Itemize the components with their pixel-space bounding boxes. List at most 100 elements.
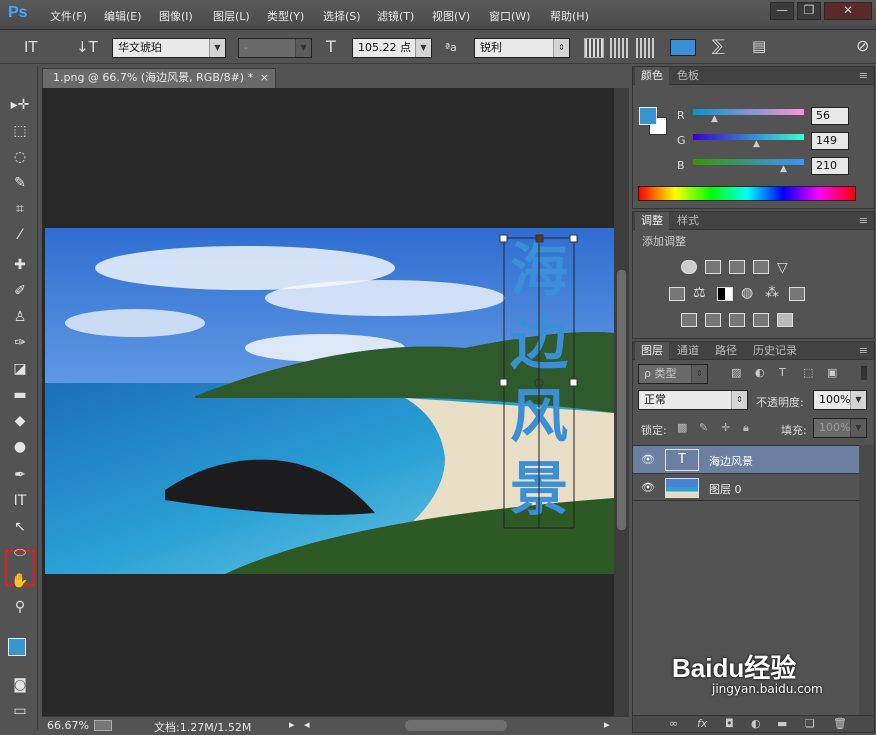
adjustment-icon[interactable]: ◐ <box>751 717 761 730</box>
lock-pixels-icon[interactable]: ✎ <box>699 421 708 434</box>
marquee-tool-icon[interactable]: ⬚ <box>9 120 31 142</box>
horizontal-scrollbar-thumb[interactable] <box>405 720 507 731</box>
warp-text-icon[interactable]: ⅀ <box>712 36 725 55</box>
selective-color-icon[interactable] <box>753 313 769 327</box>
filter-smart-object-icon[interactable]: ▣ <box>827 366 837 379</box>
menu-type[interactable]: 类型(Y) <box>267 8 304 24</box>
fx-icon[interactable]: fx <box>697 717 707 730</box>
filter-shape-icon[interactable]: ⬚ <box>803 366 813 379</box>
scroll-right-icon[interactable]: ▸ <box>604 718 610 731</box>
history-brush-tool-icon[interactable]: ✑ <box>9 332 31 354</box>
status-menu-arrow-icon[interactable]: ▸ <box>289 718 295 731</box>
clone-stamp-tool-icon[interactable]: ♙ <box>9 306 31 328</box>
exposure-icon[interactable] <box>753 260 769 274</box>
levels-icon[interactable] <box>705 260 721 274</box>
minimize-button[interactable]: — <box>770 2 794 20</box>
document-tab[interactable]: 1.png @ 66.7% (海边风景, RGB/8#) * × <box>42 68 276 88</box>
vertical-scrollbar-thumb[interactable] <box>617 270 626 530</box>
menu-filter[interactable]: 滤镜(T) <box>377 8 414 24</box>
hue-saturation-icon[interactable] <box>669 287 685 301</box>
font-size-select[interactable]: 105.22 点 ▼ <box>352 38 432 58</box>
layer-row[interactable]: 👁︎ T 海边风景 <box>633 445 859 473</box>
visibility-eye-icon[interactable]: 👁︎ <box>641 481 655 494</box>
scroll-left-icon[interactable]: ◂ <box>304 718 310 731</box>
blend-mode-select[interactable]: 正常 ⇕ <box>638 390 748 410</box>
hand-tool-icon[interactable]: ✋ <box>9 570 31 592</box>
blur-tool-icon[interactable]: ◆ <box>9 410 31 432</box>
menu-help[interactable]: 帮助(H) <box>550 8 589 24</box>
menu-edit[interactable]: 编辑(E) <box>104 8 142 24</box>
canvas-image[interactable]: 海 边 风 景 <box>45 228 614 574</box>
quick-select-tool-icon[interactable]: ✎ <box>9 172 31 194</box>
filter-type-icon[interactable]: T <box>779 366 786 379</box>
panel-menu-icon[interactable]: ≡ <box>853 342 874 360</box>
menu-select[interactable]: 选择(S) <box>323 8 361 24</box>
menu-file[interactable]: 文件(F) <box>50 8 87 24</box>
screen-mode-icon[interactable]: ▭ <box>9 700 31 722</box>
type-tool-icon[interactable]: IT <box>9 490 31 512</box>
tab-styles[interactable]: 样式 <box>671 212 705 230</box>
zoom-level[interactable]: 66.67% <box>47 719 89 732</box>
crop-tool-icon[interactable]: ⌗ <box>9 198 31 220</box>
align-center-icon[interactable] <box>610 38 630 58</box>
filter-pixel-icon[interactable]: ▨ <box>731 366 741 379</box>
move-tool-icon[interactable]: ▸✛ <box>9 94 31 116</box>
zoom-tool-icon[interactable]: ⚲ <box>9 596 31 618</box>
trash-icon[interactable]: 🗑︎ <box>833 717 847 730</box>
restore-button[interactable]: ❐ <box>797 2 821 20</box>
folder-icon[interactable]: ▬ <box>777 717 787 730</box>
tab-paths[interactable]: 路径 <box>709 342 743 360</box>
menu-view[interactable]: 视图(V) <box>432 8 470 24</box>
tab-channels[interactable]: 通道 <box>671 342 705 360</box>
eraser-tool-icon[interactable]: ◪ <box>9 358 31 380</box>
opacity-input[interactable]: 100% ▼ <box>813 390 867 410</box>
color-foreground-swatch[interactable] <box>639 107 657 125</box>
tab-swatches[interactable]: 色板 <box>671 67 705 85</box>
eyedropper-tool-icon[interactable]: ⁄ <box>9 224 31 246</box>
path-select-tool-icon[interactable]: ↖ <box>9 516 31 538</box>
menu-layer[interactable]: 图层(L) <box>213 8 250 24</box>
align-bottom-icon[interactable] <box>636 38 656 58</box>
new-layer-icon[interactable]: ❏ <box>805 717 815 730</box>
threshold-icon[interactable] <box>729 313 745 327</box>
layer-name[interactable]: 图层 0 <box>709 481 742 497</box>
brush-tool-icon[interactable]: ✐ <box>9 280 31 302</box>
text-color-swatch[interactable] <box>670 39 696 56</box>
tab-adjustments[interactable]: 调整 <box>635 212 669 230</box>
lasso-tool-icon[interactable]: ◌ <box>9 146 31 168</box>
layer-filter-select[interactable]: ρ 类型 ⇕ <box>638 364 708 384</box>
panel-menu-icon[interactable]: ≡ <box>853 67 874 85</box>
lock-transparency-icon[interactable]: ▩ <box>677 421 687 434</box>
font-style-select[interactable]: - ▼ <box>238 38 312 58</box>
lock-all-icon[interactable]: 🔒︎ <box>743 421 749 435</box>
character-panel-icon[interactable]: ▤ <box>752 37 766 55</box>
link-icon[interactable]: ∞ <box>669 717 678 730</box>
lock-position-icon[interactable]: ✛ <box>721 421 730 434</box>
tab-history[interactable]: 历史记录 <box>747 342 803 360</box>
invert-icon[interactable] <box>681 313 697 327</box>
filter-adjustment-icon[interactable]: ◐ <box>755 366 765 379</box>
brightness-contrast-icon[interactable] <box>681 260 697 274</box>
align-top-icon[interactable] <box>584 38 604 58</box>
channel-g-input[interactable]: 149 <box>811 132 849 150</box>
menu-window[interactable]: 窗口(W) <box>489 8 530 24</box>
close-tab-icon[interactable]: × <box>260 69 269 87</box>
layer-name[interactable]: 海边风景 <box>709 453 753 469</box>
font-family-select[interactable]: 华文琥珀 ▼ <box>112 38 226 58</box>
cancel-icon[interactable]: ⊘ <box>856 36 869 55</box>
channel-b-input[interactable]: 210 <box>811 157 849 175</box>
tab-layers[interactable]: 图层 <box>635 342 669 360</box>
color-spectrum-bar[interactable] <box>638 186 856 201</box>
antialias-select[interactable]: 锐利 ⇕ <box>474 38 570 58</box>
type-tool-preset-icon[interactable]: IT <box>24 38 38 56</box>
curves-icon[interactable] <box>729 260 745 274</box>
visibility-eye-icon[interactable]: 👁︎ <box>641 453 655 466</box>
filter-toggle[interactable] <box>861 366 867 380</box>
channel-g-thumb-icon[interactable]: ▲ <box>753 139 760 149</box>
menu-image[interactable]: 图像(I) <box>159 8 193 24</box>
ellipse-tool-icon[interactable]: ⬭ <box>9 542 31 564</box>
black-white-icon[interactable] <box>717 287 733 301</box>
color-lookup-icon[interactable] <box>789 287 805 301</box>
vibrance-icon[interactable]: ▽ <box>777 260 788 276</box>
color-balance-icon[interactable]: ⚖ <box>693 285 706 301</box>
